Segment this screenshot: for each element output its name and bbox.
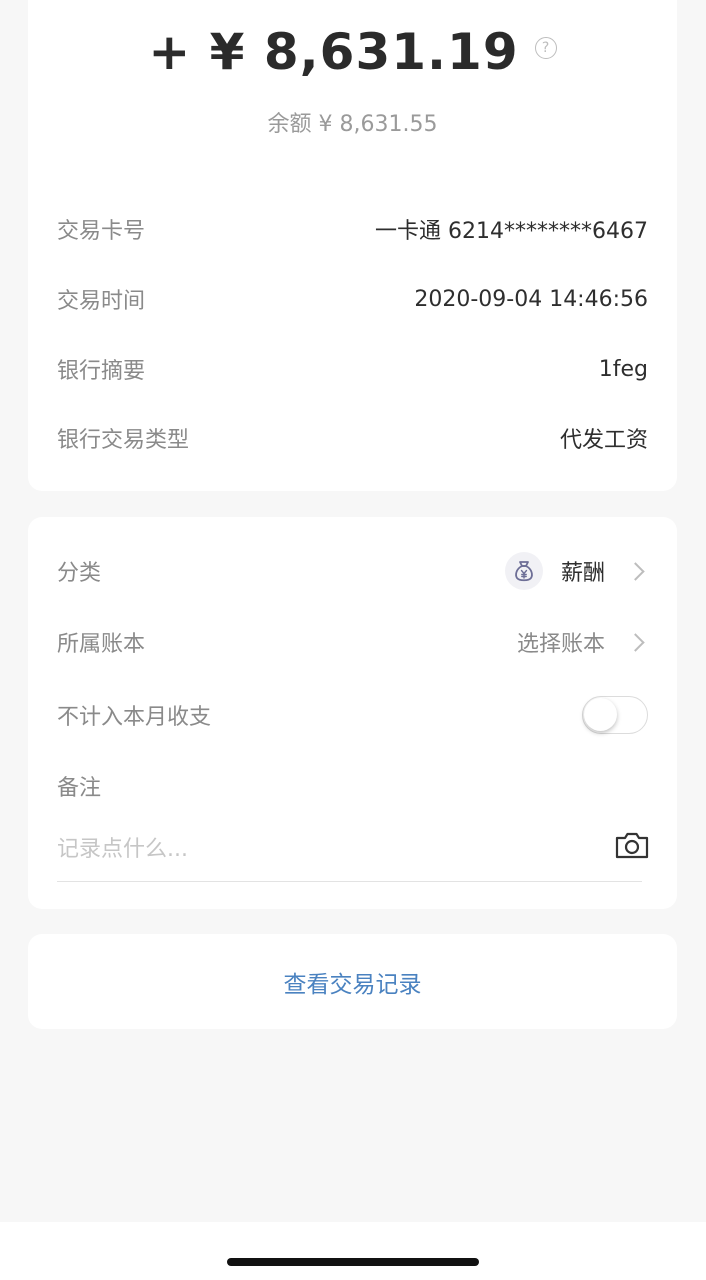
view-transaction-history-button[interactable]: 查看交易记录 [28, 934, 677, 1029]
chevron-right-icon [626, 632, 645, 652]
detail-label: 交易卡号 [57, 219, 146, 244]
history-card: 查看交易记录 [28, 934, 677, 1029]
ledger-selector[interactable]: 选择账本 [517, 626, 648, 658]
detail-value: 代发工资 [559, 428, 648, 453]
home-indicator[interactable] [227, 1258, 479, 1266]
detail-value: 一卡通 6214********6467 [375, 219, 648, 244]
balance-text: 余额 ¥ 8,631.55 [267, 112, 438, 137]
detail-label: 银行摘要 [57, 359, 146, 384]
transaction-amount: + ¥ 8,631.19 [148, 23, 519, 81]
note-label-row: 备注 [57, 766, 648, 806]
detail-value: 1feg [598, 356, 648, 382]
exclude-toggle[interactable] [582, 696, 648, 734]
detail-label: 银行交易类型 [57, 428, 190, 453]
category-label: 分类 [57, 561, 102, 586]
detail-row-type: 银行交易类型 代发工资 [57, 418, 648, 458]
money-bag-icon [504, 552, 543, 590]
detail-label: 交易时间 [57, 289, 146, 314]
camera-icon[interactable] [614, 829, 650, 861]
exclude-label: 不计入本月收支 [57, 705, 212, 730]
ledger-label: 所属账本 [57, 632, 146, 657]
transaction-detail-card: + ¥ 8,631.19 ? 余额 ¥ 8,631.55 交易卡号 一卡通 62… [28, 0, 677, 491]
ledger-row[interactable]: 所属账本 选择账本 [57, 622, 648, 662]
category-row[interactable]: 分类 薪酬 [57, 551, 648, 591]
detail-row-time: 交易时间 2020-09-04 14:46:56 [57, 279, 648, 319]
detail-value: 2020-09-04 14:46:56 [414, 286, 648, 312]
category-selector[interactable]: 薪酬 [504, 552, 648, 590]
detail-row-summary: 银行摘要 1feg [57, 349, 648, 389]
exclude-row: 不计入本月收支 [57, 695, 648, 735]
amount-row: + ¥ 8,631.19 ? [28, 20, 677, 84]
note-label: 备注 [57, 776, 102, 801]
detail-row-card-number: 交易卡号 一卡通 6214********6467 [57, 209, 648, 249]
note-divider [57, 881, 642, 882]
ledger-value: 选择账本 [516, 632, 605, 657]
chevron-right-icon [626, 561, 645, 581]
transaction-settings-card: 分类 薪酬 所属账本 选择账本 不计入本月收支 备注 [28, 517, 677, 909]
toggle-knob [584, 698, 617, 731]
help-icon[interactable]: ? [534, 37, 557, 59]
bottom-safe-area [0, 1222, 706, 1280]
note-input[interactable] [57, 829, 597, 869]
category-value: 薪酬 [560, 561, 605, 586]
